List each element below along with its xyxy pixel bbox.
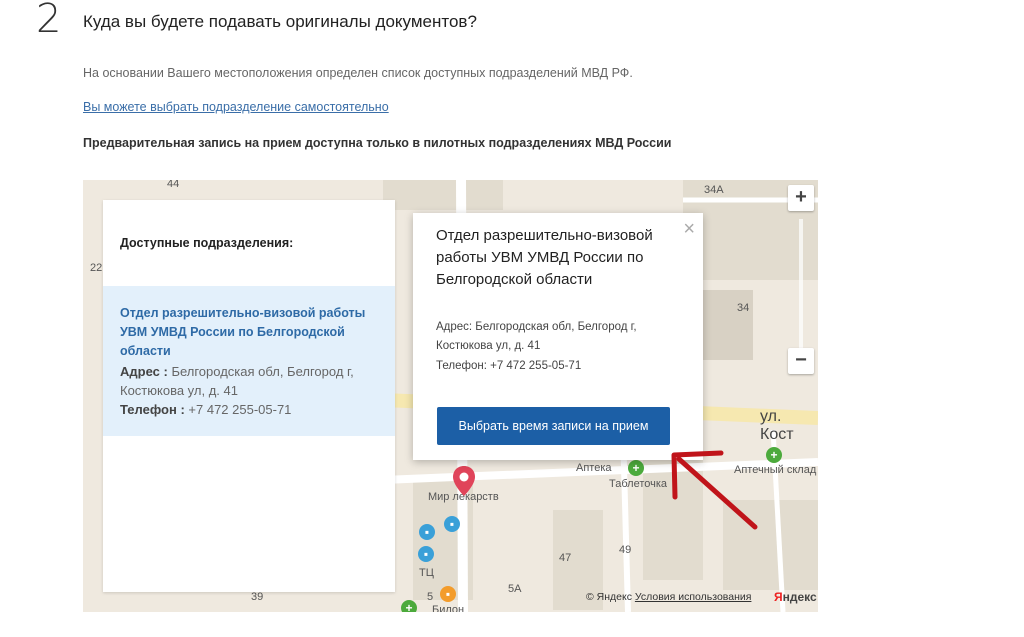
address-label: Адрес : bbox=[120, 364, 168, 379]
location-pin-icon[interactable] bbox=[452, 465, 476, 497]
department-name[interactable]: Отдел разрешительно-визовой работы УВМ У… bbox=[120, 304, 380, 361]
popup-phone: Телефон: +7 472 255-05-71 bbox=[436, 360, 582, 372]
department-list-item[interactable]: Отдел разрешительно-визовой работы УВМ У… bbox=[103, 286, 395, 436]
popup-address: Адрес: Белгородская обл, Белгород г, Кос… bbox=[436, 321, 637, 352]
yandex-logo-y: Я bbox=[774, 590, 783, 604]
zoom-control: + − bbox=[788, 185, 814, 375]
map-street-label: ул. Кост bbox=[760, 408, 794, 443]
zoom-out-button[interactable]: − bbox=[788, 348, 814, 374]
map-label-39: 39 bbox=[251, 591, 264, 603]
popup-title: Отдел разрешительно-визовой работы УВМ У… bbox=[436, 227, 653, 288]
map-label-5: 5 bbox=[427, 591, 434, 603]
yandex-logo[interactable]: Яндекс bbox=[774, 590, 817, 604]
cart-poi-icon[interactable]: ▪ bbox=[419, 524, 435, 540]
copyright-text: © Яндекс bbox=[586, 591, 632, 603]
map-label-bilon: Билон bbox=[432, 604, 465, 612]
step-title: Куда вы будете подавать оригиналы докуме… bbox=[83, 12, 477, 31]
choose-appointment-time-button[interactable]: Выбрать время записи на прием bbox=[437, 407, 670, 445]
map-label-apteka: Аптека bbox=[576, 462, 612, 474]
department-phone: Телефон : +7 472 255-05-71 bbox=[120, 402, 291, 417]
zoom-in-button[interactable]: + bbox=[788, 185, 814, 211]
close-icon[interactable]: × bbox=[683, 219, 695, 239]
yandex-logo-rest: ндекс bbox=[782, 590, 817, 604]
step-number: 2 bbox=[36, 0, 62, 42]
map-label-22: 22 bbox=[90, 262, 103, 274]
food-poi-icon[interactable]: ▪ bbox=[440, 586, 456, 602]
map-label-44: 44 bbox=[167, 180, 180, 190]
phone-value: +7 472 255-05-71 bbox=[188, 402, 292, 417]
department-popup: × Отдел разрешительно-визовой работы УВМ… bbox=[413, 213, 703, 460]
annotation-arrow-icon bbox=[671, 450, 758, 530]
map-label-47: 47 bbox=[559, 552, 572, 564]
map-label-34a: 34А bbox=[704, 184, 724, 196]
map-label-5a: 5А bbox=[508, 583, 522, 595]
zoom-slider-track[interactable] bbox=[799, 219, 803, 353]
map-label-34: 34 bbox=[737, 302, 750, 314]
map-label-tabletochka: Таблеточка bbox=[609, 478, 668, 490]
cart-poi-icon-2[interactable]: ▪ bbox=[418, 546, 434, 562]
pharmacy-warehouse-poi-icon[interactable]: + bbox=[766, 447, 782, 463]
shop-poi-icon[interactable]: ▪ bbox=[444, 516, 460, 532]
choose-department-link[interactable]: Вы можете выбрать подразделение самостоя… bbox=[83, 100, 389, 114]
location-info-text: На основании Вашего местоположения опред… bbox=[83, 66, 633, 80]
terms-of-use-link[interactable]: Условия использования bbox=[635, 591, 752, 603]
departments-list-panel: Доступные подразделения: Отдел разрешите… bbox=[103, 200, 395, 592]
map-label-tc: ТЦ bbox=[419, 567, 434, 579]
phone-label: Телефон : bbox=[120, 402, 185, 417]
bilon-poi-icon[interactable]: + bbox=[401, 600, 417, 612]
map-label-49: 49 bbox=[619, 544, 632, 556]
pilot-note: Предварительная запись на прием доступна… bbox=[83, 136, 672, 150]
department-address: Адрес : Белгородская обл, Белгород г, Ко… bbox=[120, 362, 380, 400]
list-heading: Доступные подразделения: bbox=[120, 236, 294, 250]
map-copyright: © Яндекс Условия использования bbox=[586, 591, 751, 603]
pharmacy-poi-icon[interactable]: + bbox=[628, 460, 644, 476]
